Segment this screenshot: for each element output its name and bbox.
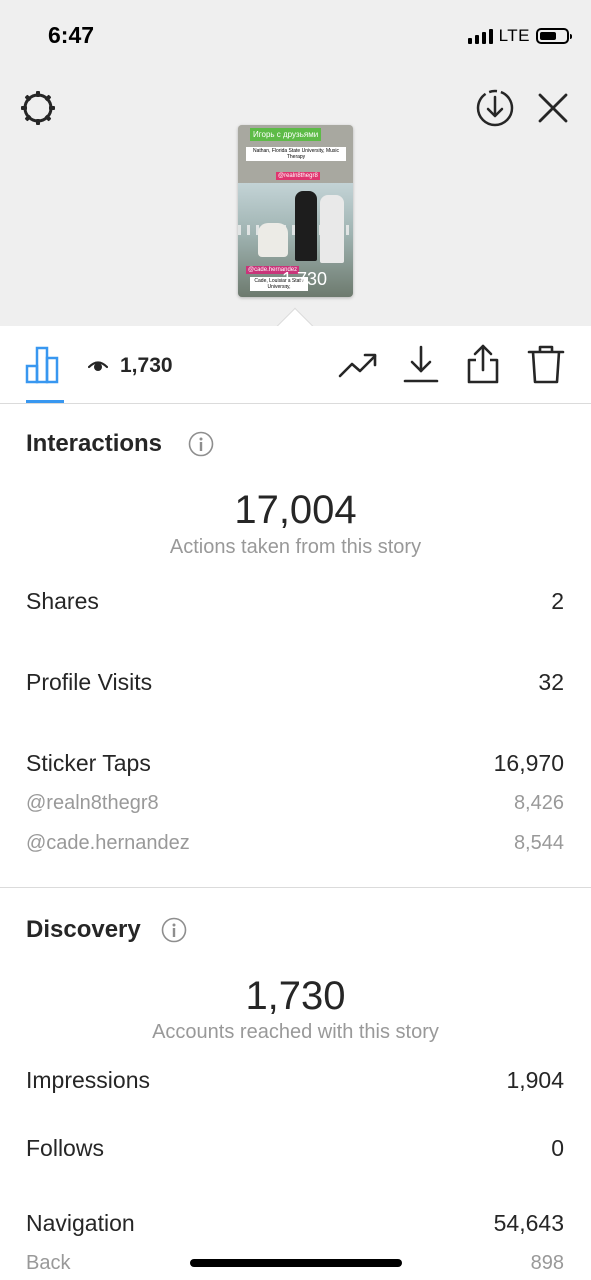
gear-icon	[21, 91, 55, 125]
section-divider	[0, 887, 591, 888]
navigation-label: Navigation	[26, 1210, 135, 1236]
sticker-mention-value: 8,544	[513, 832, 564, 854]
navigation-value: 54,643	[493, 1210, 564, 1236]
sticker-taps-value: 16,970	[493, 750, 564, 776]
download-icon	[403, 345, 439, 383]
discovery-total: 1,730	[245, 974, 346, 1018]
discovery-title: Discovery	[26, 916, 141, 943]
shares-value: 2	[551, 588, 564, 614]
story-header: 6:47 LTE Игорь с друзьями Nathan, Florid…	[0, 0, 591, 326]
tab-insights[interactable]	[22, 344, 66, 384]
download-button[interactable]	[400, 344, 442, 384]
status-bar: 6:47 LTE	[0, 0, 591, 70]
status-time: 6:47	[48, 22, 95, 48]
status-indicators: LTE	[467, 26, 572, 46]
discovery-caption: Accounts reached with this story	[152, 1021, 439, 1043]
follows-value: 0	[551, 1135, 564, 1161]
battery-icon	[536, 28, 572, 44]
shares-label: Shares	[26, 588, 99, 614]
impressions-value: 1,904	[506, 1067, 564, 1093]
story-caption-top: Nathan, Florida State University, Music …	[246, 147, 346, 161]
story-thumbnail[interactable]: Игорь с друзьями Nathan, Florida State U…	[238, 125, 353, 297]
sticker-mention-label: @realn8thegr8	[26, 792, 159, 814]
profile-visits-label: Profile Visits	[26, 669, 153, 695]
download-circle-icon	[476, 89, 514, 127]
home-indicator	[190, 1259, 402, 1267]
navigation-back-label: Back	[26, 1252, 71, 1274]
active-tab-indicator	[26, 400, 64, 403]
interactions-title: Interactions	[26, 430, 163, 457]
sticker-taps-label: Sticker Taps	[26, 750, 151, 776]
eye-icon	[88, 361, 108, 371]
settings-gear-button[interactable]	[18, 88, 58, 128]
navigation-back-value: 898	[530, 1252, 564, 1274]
sticker-mention-label: @cade.hernandez	[26, 832, 190, 854]
story-title-sticker: Игорь с друзьями	[250, 128, 322, 141]
sticker-mention-value: 8,426	[513, 792, 564, 814]
interactions-info-button[interactable]	[188, 431, 214, 457]
discovery-info-button[interactable]	[161, 917, 187, 943]
close-button[interactable]	[535, 90, 571, 126]
profile-visits-value: 32	[538, 669, 564, 695]
close-icon	[538, 93, 568, 123]
trending-button[interactable]	[337, 344, 379, 384]
delete-button[interactable]	[525, 344, 567, 384]
follows-label: Follows	[26, 1135, 104, 1161]
story-views-overlay: 1,730	[282, 269, 328, 289]
info-icon	[161, 917, 187, 943]
info-icon	[188, 431, 214, 457]
story-mention-top: @realn8thegr8	[276, 172, 320, 180]
save-story-button[interactable]	[475, 88, 515, 128]
impressions-label: Impressions	[26, 1067, 150, 1093]
share-icon	[467, 344, 499, 384]
view-count: 1,730	[120, 354, 173, 377]
insights-icon	[25, 346, 59, 384]
interactions-caption: Actions taken from this story	[169, 536, 422, 558]
trending-icon	[338, 353, 377, 378]
signal-icon	[467, 28, 493, 44]
trash-icon	[527, 345, 565, 384]
share-button[interactable]	[462, 344, 504, 384]
interactions-total: 17,004	[234, 488, 357, 532]
insights-toolbar: 1,730	[0, 326, 591, 404]
network-label: LTE	[498, 26, 530, 45]
